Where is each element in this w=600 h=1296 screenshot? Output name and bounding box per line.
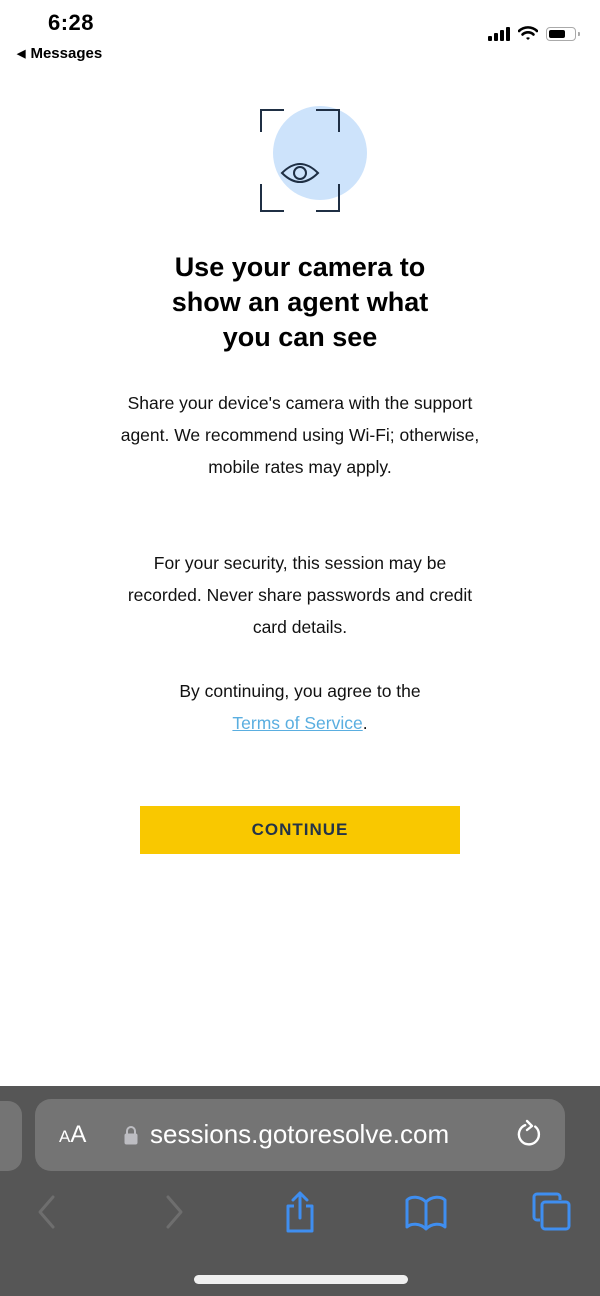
wifi-icon — [518, 26, 538, 40]
home-indicator[interactable] — [194, 1275, 408, 1284]
text-size-big: A — [70, 1121, 87, 1148]
terms-notice: By continuing, you agree to the Terms of… — [120, 675, 480, 739]
title-line: show an agent what — [171, 287, 429, 317]
browser-bottom-bar: AA sessions.gotoresolve.com — [0, 1086, 600, 1296]
battery-icon — [546, 26, 580, 41]
camera-share-description: Share your device's camera with the supp… — [120, 393, 480, 477]
terms-suffix: . — [362, 713, 368, 733]
bookmarks-icon[interactable] — [404, 1194, 448, 1232]
continue-button[interactable]: CONTINUE — [140, 806, 460, 854]
camera-eye-icon — [260, 106, 367, 212]
back-triangle-icon: ◀ — [17, 48, 26, 60]
back-icon[interactable] — [35, 1194, 59, 1230]
clock: 6:28 — [48, 10, 95, 35]
reload-icon[interactable] — [515, 1119, 543, 1149]
previous-tab-preview[interactable] — [0, 1101, 22, 1171]
share-icon[interactable] — [282, 1190, 318, 1234]
forward-icon[interactable] — [162, 1194, 186, 1230]
back-label: Messages — [30, 45, 103, 62]
security-notice: For your security, this session may be r… — [127, 553, 473, 637]
address-bar[interactable]: AA sessions.gotoresolve.com — [35, 1099, 565, 1171]
status-bar: 6:28 ◀ Messages — [0, 0, 600, 80]
signal-icon — [488, 26, 510, 41]
url-text[interactable]: sessions.gotoresolve.com — [150, 1119, 449, 1150]
back-to-messages[interactable]: ◀ Messages — [17, 45, 102, 62]
page-title: Use your camera to show an agent what yo… — [100, 250, 500, 355]
title-line: Use your camera to — [174, 252, 426, 282]
tabs-icon[interactable] — [532, 1192, 572, 1232]
text-size-small: A — [59, 1127, 71, 1146]
icon-accent-circle — [273, 106, 367, 200]
terms-of-service-link[interactable]: Terms of Service — [232, 713, 362, 733]
terms-prefix: By continuing, you agree to the — [179, 681, 421, 701]
title-line: you can see — [222, 322, 378, 352]
system-icons — [488, 26, 580, 41]
text-size-button[interactable]: AA — [59, 1121, 86, 1149]
lock-icon — [124, 1126, 138, 1145]
